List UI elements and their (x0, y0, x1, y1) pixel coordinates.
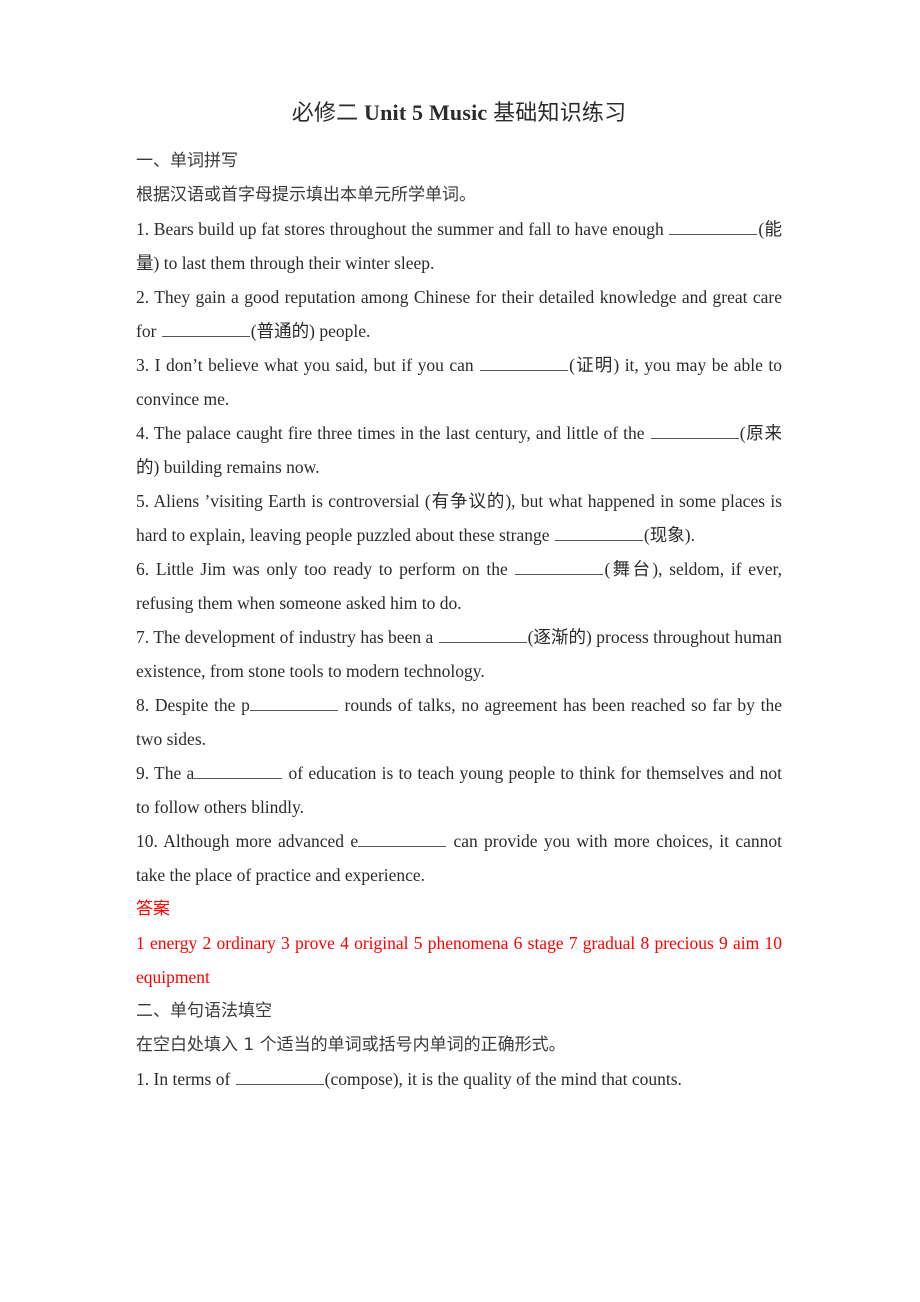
question-hint: (逐渐的) (527, 627, 592, 647)
question-hint: (普通的) (250, 321, 315, 341)
page-title: 必修二 Unit 5 Music 基础知识练习 (136, 96, 782, 130)
title-en-bold: Unit 5 Music (364, 100, 488, 125)
question-number: 7. (136, 627, 150, 647)
question-number: 9. (136, 763, 150, 783)
answer-blank[interactable] (480, 355, 569, 371)
question-text-pre: In terms of (149, 1069, 235, 1089)
question-text-pre: I don’t believe what you said, but if yo… (149, 355, 480, 375)
question-text-pre: The development of industry has been a (149, 627, 438, 647)
question-text-pre: Bears build up fat stores throughout the… (149, 219, 669, 239)
question-number: 1. (136, 219, 150, 239)
answer-blank[interactable] (554, 525, 643, 541)
section-one-instruction: 根据汉语或首字母提示填出本单元所学单词。 (136, 185, 476, 205)
question-number: 8. (136, 695, 150, 715)
question-item: 10. Although more advanced e can provide… (136, 824, 782, 892)
question-text-post: . (690, 525, 695, 545)
question-item: 3. I don’t believe what you said, but if… (136, 348, 782, 416)
question-text-pre: The palace caught fire three times in th… (149, 423, 650, 443)
question-text-pre: The a (149, 763, 195, 783)
section-one-heading: 一、单词拼写 (136, 151, 238, 171)
answer-blank[interactable] (669, 219, 758, 235)
question-item: 9. The a of education is to teach young … (136, 756, 782, 824)
question-hint: (舞台) (604, 559, 659, 579)
question-item: 1. In terms of (compose), it is the qual… (136, 1062, 782, 1096)
question-item: 1. Bears build up fat stores throughout … (136, 212, 782, 280)
question-number: 4. (136, 423, 150, 443)
answer-blank[interactable] (235, 1069, 324, 1085)
answer-blank[interactable] (194, 763, 283, 779)
title-cn-prefix: 必修二 (291, 100, 364, 125)
answer-blank[interactable] (650, 423, 739, 439)
answer-blank[interactable] (438, 627, 527, 643)
question-text-post: people. (314, 321, 371, 341)
answer-blank[interactable] (515, 559, 604, 575)
question-text-post: to last them through their winter sleep. (159, 253, 435, 273)
question-item: 4. The palace caught fire three times in… (136, 416, 782, 484)
title-cn-suffix: 基础知识练习 (487, 100, 627, 125)
answer-key-label: 答案 (136, 899, 170, 919)
question-text-pre: Despite the p (149, 695, 250, 715)
question-text-pre: Although more advanced e (157, 831, 359, 851)
document-content: 必修二 Unit 5 Music 基础知识练习 一、单词拼写 根据汉语或首字母提… (136, 96, 782, 1096)
question-item: 2. They gain a good reputation among Chi… (136, 280, 782, 348)
answer-key-text: 1 energy 2 ordinary 3 prove 4 original 5… (136, 933, 782, 987)
question-number: 5. (136, 491, 150, 511)
question-number: 3. (136, 355, 150, 375)
question-item: 5. Aliens ’visiting Earth is controversi… (136, 484, 782, 552)
question-number: 10. (136, 831, 158, 851)
question-hint: (证明) (569, 355, 620, 375)
question-number: 6. (136, 559, 150, 579)
question-item: 6. Little Jim was only too ready to perf… (136, 552, 782, 620)
answer-blank[interactable] (358, 831, 447, 847)
question-text-post: , it is the quality of the mind that cou… (398, 1069, 682, 1089)
answer-blank[interactable] (161, 321, 250, 337)
question-item: 7. The development of industry has been … (136, 620, 782, 688)
question-number: 1. (136, 1069, 150, 1089)
section-two-heading: 二、单句语法填空 (136, 1001, 272, 1021)
section-two-instruction: 在空白处填入 1 个适当的单词或括号内单词的正确形式。 (136, 1035, 566, 1055)
answer-blank[interactable] (249, 695, 338, 711)
question-item: 8. Despite the p rounds of talks, no agr… (136, 688, 782, 756)
document-page: 必修二 Unit 5 Music 基础知识练习 一、单词拼写 根据汉语或首字母提… (0, 0, 920, 1302)
question-text-pre: Little Jim was only too ready to perform… (149, 559, 515, 579)
question-text-post: building remains now. (159, 457, 320, 477)
question-number: 2. (136, 287, 150, 307)
question-hint: (现象) (643, 525, 691, 545)
question-hint: (compose) (324, 1069, 399, 1089)
